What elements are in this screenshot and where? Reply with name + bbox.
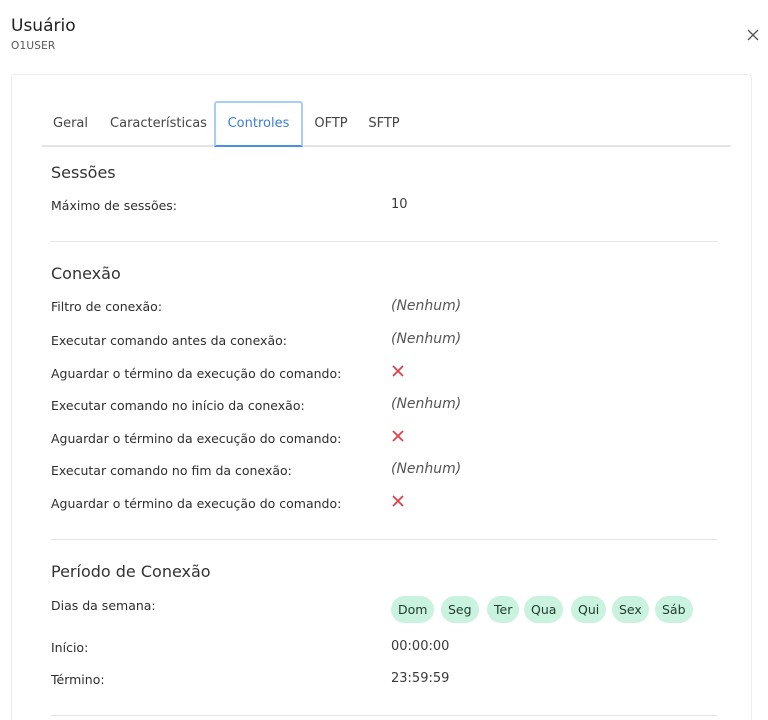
end-time-value: 23:59:59	[391, 671, 450, 686]
x-mark-icon	[392, 365, 404, 377]
tab-bar: Geral Características Controles OFTP SFT…	[42, 101, 731, 147]
tab-geral[interactable]: Geral	[42, 101, 99, 147]
day-chip-sex: Sex	[612, 596, 649, 623]
divider	[51, 241, 717, 242]
cmd-start-connection-value: (Nenhum)	[391, 396, 462, 412]
tab-oftp[interactable]: OFTP	[304, 101, 358, 147]
x-mark-icon	[392, 495, 404, 507]
tab-controles[interactable]: Controles	[214, 101, 303, 147]
connection-filter-label: Filtro de conexão:	[51, 299, 163, 314]
cmd-end-connection-value: (Nenhum)	[391, 461, 462, 477]
tab-sftp[interactable]: SFTP	[360, 101, 408, 147]
wait-cmd-end-label: Aguardar o término da execução do comand…	[51, 496, 342, 511]
day-chip-seg: Seg	[441, 596, 479, 623]
close-button[interactable]	[742, 24, 764, 46]
end-time-label: Término:	[51, 672, 105, 687]
dialog-subtitle: O1USER	[11, 40, 56, 52]
cmd-before-connection-label: Executar comando antes da conexão:	[51, 333, 287, 348]
x-mark-icon	[392, 430, 404, 442]
day-chip-dom: Dom	[391, 596, 435, 623]
weekdays-label: Dias da semana:	[51, 598, 156, 613]
section-title-period: Período de Conexão	[51, 562, 211, 581]
start-time-label: Início:	[51, 640, 89, 655]
day-chip-qui: Qui	[571, 596, 607, 623]
max-sessions-label: Máximo de sessões:	[51, 198, 178, 213]
connection-filter-value: (Nenhum)	[391, 298, 462, 314]
divider	[51, 539, 717, 540]
tab-caracteristicas[interactable]: Características	[102, 101, 215, 147]
day-chip-sab: Sáb	[655, 596, 693, 623]
dialog-title: Usuário	[11, 16, 76, 36]
cmd-end-connection-label: Executar comando no fim da conexão:	[51, 463, 292, 478]
weekday-chips: Dom Seg Ter Qua Qui Sex Sáb	[391, 596, 711, 623]
section-title-connection: Conexão	[51, 264, 121, 283]
divider	[51, 715, 717, 716]
wait-cmd-start-label: Aguardar o término da execução do comand…	[51, 431, 342, 446]
wait-cmd-before-label: Aguardar o término da execução do comand…	[51, 366, 342, 381]
start-time-value: 00:00:00	[391, 639, 450, 654]
max-sessions-value: 10	[391, 197, 408, 212]
cmd-start-connection-label: Executar comando no início da conexão:	[51, 398, 305, 413]
section-title-sessions: Sessões	[51, 163, 116, 182]
day-chip-qua: Qua	[524, 596, 564, 623]
cmd-before-connection-value: (Nenhum)	[391, 331, 462, 347]
close-icon	[747, 29, 759, 41]
day-chip-ter: Ter	[487, 596, 520, 623]
details-card: Geral Características Controles OFTP SFT…	[11, 74, 752, 720]
